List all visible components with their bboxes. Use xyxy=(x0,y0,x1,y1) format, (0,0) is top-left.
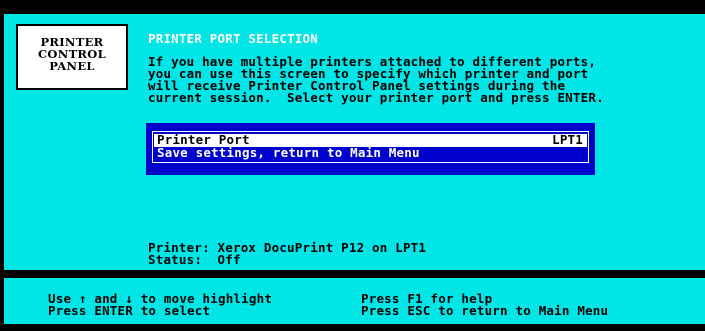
printer-control-panel-label: PRINTER CONTROL PANEL xyxy=(16,24,128,90)
help-enter-select: Press ENTER to select xyxy=(48,303,211,318)
printer-status: Status: Off xyxy=(148,252,241,267)
help-esc: Press ESC to return to Main Menu xyxy=(361,303,609,318)
menu-item-label: Save settings, return to Main Menu xyxy=(157,145,420,160)
main-panel: PRINTER CONTROL PANEL PRINTER PORT SELEC… xyxy=(4,14,705,270)
screen-title: PRINTER PORT SELECTION xyxy=(148,31,318,46)
panel-label-line-3: PANEL xyxy=(49,59,95,73)
menu-box: Printer Port LPT1 Save settings, return … xyxy=(146,123,595,175)
menu-item-save-settings[interactable]: Save settings, return to Main Menu xyxy=(154,145,587,160)
printer-port-value: LPT1 xyxy=(552,132,583,147)
description-line-4: current session. Select your printer por… xyxy=(148,90,604,105)
menu-list: Printer Port LPT1 Save settings, return … xyxy=(152,131,589,163)
dos-screen: PRINTER CONTROL PANEL PRINTER PORT SELEC… xyxy=(0,0,705,331)
help-bar: Use ↑ and ↓ to move highlight Press ENTE… xyxy=(4,278,705,324)
